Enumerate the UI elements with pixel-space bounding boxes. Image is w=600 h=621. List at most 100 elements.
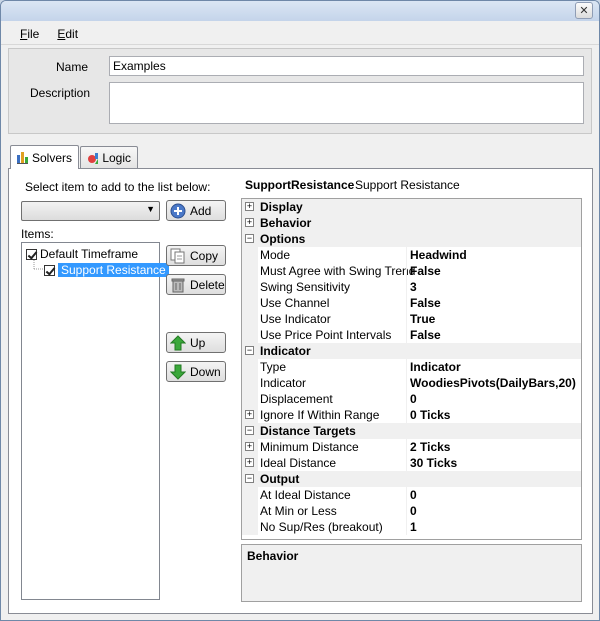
solver-type-combo[interactable]: ▼ xyxy=(21,201,160,221)
menu-edit[interactable]: Edit xyxy=(48,25,87,43)
property-name: Use Channel xyxy=(260,296,330,310)
app-window: ✕ File Edit Name Examples Description So… xyxy=(0,0,600,621)
checkbox[interactable] xyxy=(26,248,37,260)
property-value[interactable]: False xyxy=(406,295,581,311)
tab-logic[interactable]: Logic xyxy=(80,146,138,169)
property-name: At Min or Less xyxy=(260,504,337,518)
row-margin: − xyxy=(242,423,258,439)
row-margin xyxy=(242,247,258,263)
property-name: Displacement xyxy=(260,392,333,406)
property-type[interactable]: Type Indicator xyxy=(242,359,581,375)
category-output[interactable]: − Output xyxy=(242,471,581,487)
bar-chart-icon xyxy=(17,152,28,164)
copy-button[interactable]: Copy xyxy=(166,245,226,266)
property-at-min-or-less[interactable]: At Min or Less 0 xyxy=(242,503,581,519)
menu-file[interactable]: File xyxy=(11,25,48,43)
add-circle-icon xyxy=(170,203,186,218)
collapse-icon[interactable]: − xyxy=(245,234,254,243)
property-no-sup-res-breakout[interactable]: No Sup/Res (breakout) 1 xyxy=(242,519,581,535)
expand-icon[interactable]: + xyxy=(245,458,254,467)
tab-solvers[interactable]: Solvers xyxy=(10,145,79,169)
collapse-icon[interactable]: − xyxy=(245,346,254,355)
row-margin xyxy=(242,263,258,279)
delete-button[interactable]: Delete xyxy=(166,274,226,295)
tab-label: Logic xyxy=(102,151,131,165)
property-indicator[interactable]: Indicator WoodiesPivots(DailyBars,20) xyxy=(242,375,581,391)
expand-icon[interactable]: + xyxy=(245,202,254,211)
tree-item-support-resistance[interactable]: Support Resistance xyxy=(44,262,169,278)
tab-label: Solvers xyxy=(31,150,72,165)
property-use-indicator[interactable]: Use Indicator True xyxy=(242,311,581,327)
property-grid[interactable]: + Display + Behavior − Options Mode Headwind Mus… xyxy=(241,198,582,540)
up-button[interactable]: Up xyxy=(166,332,226,353)
row-margin xyxy=(242,295,258,311)
property-name: Behavior xyxy=(260,216,312,230)
property-displacement[interactable]: Displacement 0 xyxy=(242,391,581,407)
description-title: Behavior xyxy=(247,549,299,563)
property-swing-sensitivity[interactable]: Swing Sensitivity 3 xyxy=(242,279,581,295)
property-value[interactable]: False xyxy=(406,327,581,343)
property-value[interactable]: 2 Ticks xyxy=(406,439,581,455)
items-label: Items: xyxy=(21,227,54,241)
property-value[interactable]: 0 Ticks xyxy=(406,407,581,423)
category-indicator[interactable]: − Indicator xyxy=(242,343,581,359)
property-use-price-point-intervals[interactable]: Use Price Point Intervals False xyxy=(242,327,581,343)
property-name: Mode xyxy=(260,248,291,262)
property-mode[interactable]: Mode Headwind xyxy=(242,247,581,263)
delete-label: Delete xyxy=(190,277,225,292)
property-name: Indicator xyxy=(260,344,311,358)
name-label: Name xyxy=(56,60,89,74)
row-margin: − xyxy=(242,471,258,487)
property-value[interactable]: False xyxy=(406,263,581,279)
category-display[interactable]: + Display xyxy=(242,199,581,215)
property-name: Display xyxy=(260,200,303,214)
category-options[interactable]: − Options xyxy=(242,231,581,247)
checkbox[interactable] xyxy=(44,264,55,276)
name-field[interactable]: Examples xyxy=(109,56,584,76)
collapse-icon[interactable]: − xyxy=(245,474,254,483)
category-distance-targets[interactable]: − Distance Targets xyxy=(242,423,581,439)
property-value[interactable]: Headwind xyxy=(406,247,581,263)
tree-item-label: Support Resistance xyxy=(58,263,169,277)
close-button[interactable]: ✕ xyxy=(575,2,593,19)
property-name: No Sup/Res (breakout) xyxy=(260,520,383,534)
property-value[interactable]: 3 xyxy=(406,279,581,295)
category-behavior[interactable]: + Behavior xyxy=(242,215,581,231)
description-field[interactable] xyxy=(109,82,584,124)
row-margin xyxy=(242,503,258,519)
down-button[interactable]: Down xyxy=(166,361,226,382)
property-value[interactable]: 30 Ticks xyxy=(406,455,581,471)
row-margin xyxy=(242,327,258,343)
property-value[interactable]: WoodiesPivots(DailyBars,20) xyxy=(406,375,581,391)
trash-icon xyxy=(171,278,185,292)
property-value[interactable]: True xyxy=(406,311,581,327)
add-button[interactable]: Add xyxy=(166,200,226,221)
row-margin xyxy=(242,311,258,327)
property-value[interactable]: 0 xyxy=(406,391,581,407)
property-use-channel[interactable]: Use Channel False xyxy=(242,295,581,311)
items-tree[interactable]: Default Timeframe Support Resistance xyxy=(21,242,169,600)
property-minimum-distance[interactable]: + Minimum Distance 2 Ticks xyxy=(242,439,581,455)
property-name: Use Price Point Intervals xyxy=(260,328,392,342)
row-margin: + xyxy=(242,455,258,471)
property-at-ideal-distance[interactable]: At Ideal Distance 0 xyxy=(242,487,581,503)
property-value[interactable]: 0 xyxy=(406,503,581,519)
property-must-agree-with-swing-trend[interactable]: Must Agree with Swing Trend False xyxy=(242,263,581,279)
property-ideal-distance[interactable]: + Ideal Distance 30 Ticks xyxy=(242,455,581,471)
solvers-panel: Select item to add to the list below: ▼ … xyxy=(8,168,593,614)
property-value[interactable]: 1 xyxy=(406,519,581,535)
header-panel: Name Examples Description xyxy=(8,48,592,134)
row-margin: + xyxy=(242,199,258,215)
arrow-up-icon xyxy=(170,334,186,350)
property-ignore-if-within-range[interactable]: + Ignore If Within Range 0 Ticks xyxy=(242,407,581,423)
expand-icon[interactable]: + xyxy=(245,410,254,419)
expand-icon[interactable]: + xyxy=(245,442,254,451)
expand-icon[interactable]: + xyxy=(245,218,254,227)
object-name: Support Resistance xyxy=(355,178,460,192)
row-margin: + xyxy=(242,215,258,231)
property-value[interactable]: Indicator xyxy=(406,359,581,375)
property-value[interactable]: 0 xyxy=(406,487,581,503)
property-name: Distance Targets xyxy=(260,424,356,438)
arrow-down-icon xyxy=(170,364,186,380)
collapse-icon[interactable]: − xyxy=(245,426,254,435)
